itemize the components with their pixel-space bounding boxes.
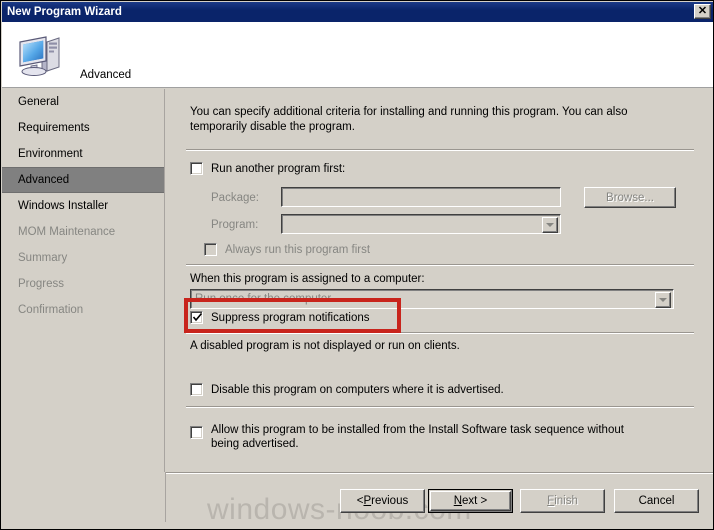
- sidebar-item-summary: Summary: [18, 252, 68, 264]
- assigned-combobox-value: Run once for the computer: [195, 293, 332, 305]
- sidebar-item-progress: Progress: [18, 278, 65, 290]
- finish-button-accel: F: [547, 495, 555, 507]
- assigned-label: When this program is assigned to a compu…: [190, 273, 425, 285]
- next-button[interactable]: Next >: [428, 489, 513, 513]
- wizard-content-panel: You can specify additional criteria for …: [166, 89, 713, 529]
- next-button-inner: Next >: [430, 491, 511, 511]
- page-title: Advanced: [80, 69, 132, 81]
- program-label: Program:: [211, 219, 259, 231]
- wizard-step-list: General Requirements Environment Advance…: [2, 89, 165, 529]
- previous-button-accel: P: [363, 495, 372, 507]
- disable-program-checkbox[interactable]: [190, 383, 203, 396]
- previous-button[interactable]: < Previous: [340, 489, 425, 513]
- footer-separator: [166, 472, 713, 474]
- program-combobox: [281, 214, 561, 234]
- browse-button: Browse...: [584, 187, 676, 208]
- computer-icon: [16, 33, 64, 77]
- sidebar-item-advanced[interactable]: Advanced: [2, 167, 164, 193]
- separator-3: [186, 332, 694, 334]
- disable-program-label: Disable this program on computers where …: [211, 384, 504, 396]
- sidebar-item-windows-installer[interactable]: Windows Installer: [2, 193, 164, 219]
- separator-4: [186, 406, 694, 408]
- previous-button-pre: <: [356, 495, 364, 507]
- intro-text: You can specify additional criteria for …: [190, 106, 628, 133]
- cancel-button[interactable]: Cancel: [614, 489, 699, 513]
- package-label: Package:: [211, 192, 259, 204]
- suppress-notifications-checkbox[interactable]: [190, 311, 203, 324]
- footer-left-filler: [2, 472, 166, 529]
- always-run-label: Always run this program first: [225, 244, 371, 256]
- chevron-down-icon: [542, 217, 558, 233]
- window-bottom-edge: [2, 522, 713, 529]
- disabled-note: A disabled program is not displayed or r…: [190, 340, 460, 352]
- package-input[interactable]: [281, 187, 561, 207]
- sidebar-item-mom-maintenance: MOM Maintenance: [18, 226, 116, 238]
- sidebar-item-general[interactable]: General: [2, 89, 164, 115]
- allow-task-sequence-label: Allow this program to be installed from …: [211, 424, 624, 450]
- run-another-program-checkbox[interactable]: [190, 162, 203, 175]
- previous-button-post: revious: [371, 495, 409, 507]
- chevron-down-icon-2: [655, 292, 671, 308]
- always-run-checkbox: [204, 243, 217, 256]
- sidebar-item-environment[interactable]: Environment: [2, 141, 164, 167]
- title-bar: New Program Wizard ✕: [2, 2, 713, 22]
- run-another-program-label: Run another program first:: [211, 163, 346, 175]
- sidebar-item-confirmation: Confirmation: [18, 304, 84, 316]
- next-button-accel: N: [453, 495, 463, 507]
- close-glyph: ✕: [697, 5, 708, 17]
- finish-button-post: inish: [554, 495, 578, 507]
- suppress-notifications-label: Suppress program notifications: [211, 312, 370, 324]
- window-title: New Program Wizard: [7, 6, 122, 18]
- next-button-post: ext >: [462, 495, 488, 507]
- separator-2: [186, 264, 694, 266]
- sidebar-item-requirements[interactable]: Requirements: [2, 115, 164, 141]
- wizard-header: Advanced: [2, 22, 713, 88]
- allow-task-sequence-checkbox[interactable]: [190, 426, 203, 439]
- new-program-wizard-window: New Program Wizard ✕ Advanced General Re…: [0, 0, 714, 530]
- close-icon[interactable]: ✕: [694, 4, 711, 19]
- separator-1: [186, 149, 694, 151]
- finish-button: Finish: [520, 489, 605, 513]
- assigned-combobox: Run once for the computer: [190, 289, 674, 309]
- check-icon: [192, 312, 203, 322]
